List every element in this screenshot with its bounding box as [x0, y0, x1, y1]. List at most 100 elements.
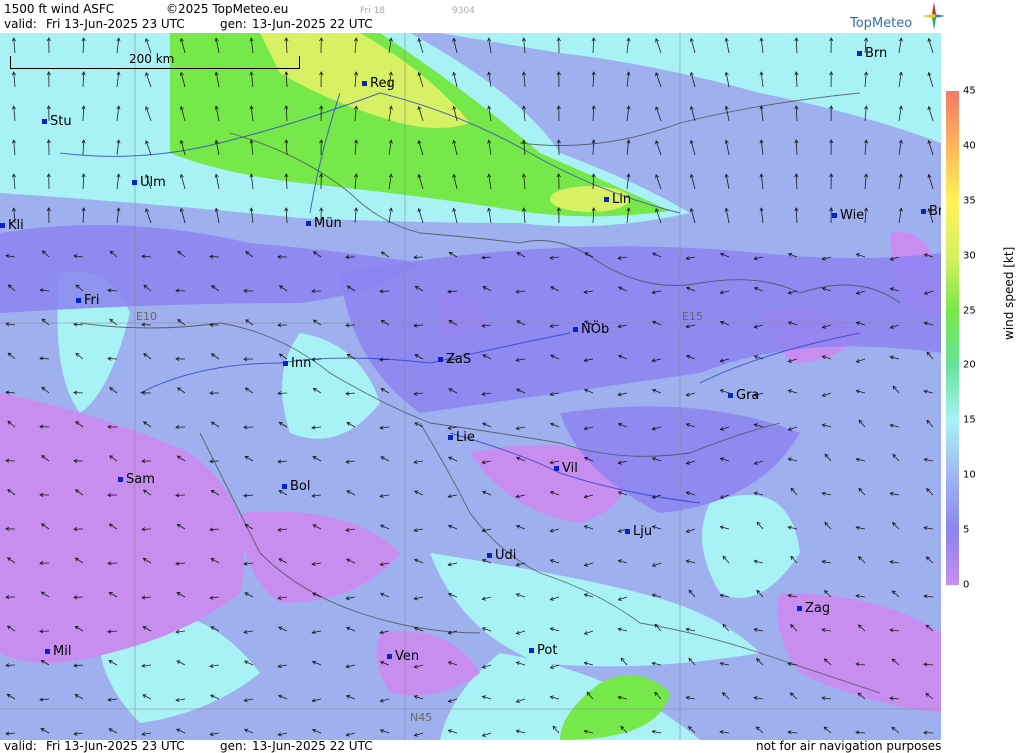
city-marker-icon [45, 649, 50, 654]
faint-label-1: Fri 18 [360, 6, 386, 16]
city-marker-icon [438, 357, 443, 362]
city-name: Ulm [140, 175, 166, 190]
city-marker-icon [573, 327, 578, 332]
city-label-sam: Sam [118, 472, 155, 487]
legend-tick: 40 [963, 140, 976, 152]
gen-time: 13-Jun-2025 22 UTC [252, 17, 373, 31]
city-marker-icon [282, 484, 287, 489]
legend-tick: 5 [963, 524, 970, 536]
logo-text: TopMeteo [850, 16, 913, 31]
city-name: Lie [456, 430, 475, 445]
city-marker-icon [283, 361, 288, 366]
city-label-vil: Vil [554, 461, 578, 476]
city-marker-icon [76, 298, 81, 303]
legend-tick: 15 [963, 414, 976, 426]
topmeteo-logo: TopMeteo [848, 2, 946, 32]
valid-label: valid: [4, 17, 37, 31]
city-label-zas: ZaS [438, 352, 471, 367]
city-name: Lin [612, 192, 632, 207]
city-name: Vil [562, 461, 578, 476]
city-name: Mil [53, 644, 72, 659]
footer-gen-time: 13-Jun-2025 22 UTC [252, 739, 373, 753]
compass-star-icon [922, 2, 946, 30]
wind-map[interactable]: 200 km E10 E15 N45 Brn Reg Stu Ulm Lin Wie Br K… [0, 33, 941, 740]
city-name: ZaS [446, 352, 472, 367]
city-label-brn: Brn [857, 46, 887, 61]
city-label-gra: Gra [728, 388, 759, 403]
city-label-ulm: Ulm [132, 175, 166, 190]
city-label-stu: Stu [42, 114, 72, 129]
city-label-pot: Pot [529, 643, 557, 658]
city-name: Sam [126, 472, 155, 487]
city-name: Ven [395, 649, 420, 664]
city-name: Udi [495, 548, 517, 563]
city-name: Inn [291, 356, 312, 371]
city-label-bol: Bol [282, 479, 310, 494]
city-label-lin: Lin [604, 192, 631, 207]
city-label-kli: Kli [0, 218, 24, 233]
city-name: Lju [633, 524, 653, 539]
color-scale-bar [946, 91, 959, 585]
city-name: Kli [8, 218, 24, 233]
city-marker-icon [306, 221, 311, 226]
legend-tick: 30 [963, 250, 976, 262]
city-name: Br [929, 204, 941, 219]
city-name: Fri [84, 293, 100, 308]
legend-tick: 35 [963, 195, 976, 207]
city-marker-icon [0, 223, 5, 228]
city-label-lju: Lju [625, 524, 652, 539]
scale-label: 200 km [129, 52, 175, 66]
legend-tick: 0 [963, 579, 970, 591]
grid-label-n45: N45 [410, 711, 433, 724]
faint-label-2: 9304 [452, 6, 475, 16]
footer-valid-time: Fri 13-Jun-2025 23 UTC [46, 739, 185, 753]
city-marker-icon [529, 648, 534, 653]
city-label-lie: Lie [448, 430, 475, 445]
city-label-mil: Mil [45, 644, 71, 659]
city-label-mün: Mün [306, 216, 342, 231]
wind-field [0, 33, 941, 740]
city-marker-icon [728, 393, 733, 398]
city-label-br: Br [921, 204, 941, 219]
footer-gen-label: gen: [220, 739, 247, 753]
city-name: Zag [805, 601, 831, 616]
city-marker-icon [554, 466, 559, 471]
city-label-zag: Zag [797, 601, 830, 616]
city-marker-icon [857, 51, 862, 56]
city-marker-icon [921, 209, 926, 214]
city-marker-icon [448, 435, 453, 440]
city-name: Mün [314, 216, 342, 231]
scale-bar: 200 km [10, 52, 300, 69]
city-label-wie: Wie [832, 208, 864, 223]
footer-valid-label: valid: [4, 739, 37, 753]
city-label-udi: Udi [487, 548, 516, 563]
city-label-nöb: NÖb [573, 322, 609, 337]
legend-tick: 25 [963, 305, 976, 317]
legend-tick: 10 [963, 469, 976, 481]
city-label-ven: Ven [387, 649, 419, 664]
product-name: 1500 ft wind ASFC [4, 2, 115, 16]
city-name: Pot [537, 643, 558, 658]
city-name: Wie [840, 208, 865, 223]
city-name: Bol [290, 479, 311, 494]
city-name: Reg [370, 76, 395, 91]
grid-label-e15: E15 [682, 310, 703, 323]
legend-tick: 20 [963, 359, 976, 371]
city-marker-icon [118, 477, 123, 482]
disclaimer: not for air navigation purposes [756, 739, 942, 753]
grid-label-e10: E10 [136, 310, 157, 323]
city-marker-icon [487, 553, 492, 558]
city-name: Stu [50, 114, 72, 129]
city-label-reg: Reg [362, 76, 395, 91]
footer-bar: valid: Fri 13-Jun-2025 23 UTC gen: 13-Ju… [0, 739, 1034, 753]
city-name: Brn [865, 46, 888, 61]
city-label-fri: Fri [76, 293, 100, 308]
header-bar: 1500 ft wind ASFC ©2025 TopMeteo.eu Fri … [0, 0, 944, 33]
city-marker-icon [387, 654, 392, 659]
gen-label: gen: [220, 17, 247, 31]
copyright: ©2025 TopMeteo.eu [166, 2, 289, 16]
city-marker-icon [604, 197, 609, 202]
city-marker-icon [362, 81, 367, 86]
legend-title: wind speed [kt] [1002, 246, 1016, 340]
city-marker-icon [832, 213, 837, 218]
